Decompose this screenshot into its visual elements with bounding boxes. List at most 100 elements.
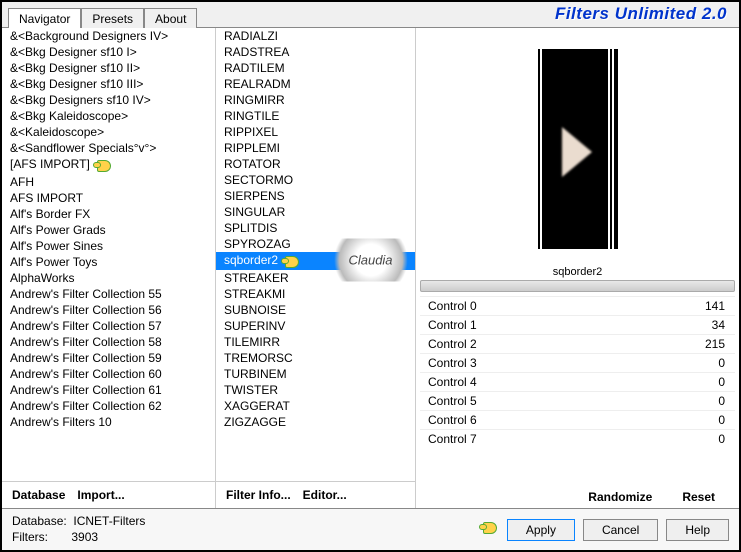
control-row[interactable]: Control 6 0 bbox=[420, 410, 735, 429]
filter-item[interactable]: RINGTILE bbox=[216, 108, 415, 124]
help-button[interactable]: Help bbox=[666, 519, 729, 541]
filter-item[interactable]: ROTATOR bbox=[216, 156, 415, 172]
control-row[interactable]: Control 70 bbox=[420, 429, 735, 448]
randomize-button[interactable]: Randomize bbox=[588, 490, 652, 504]
filter-item[interactable]: TWISTER bbox=[216, 382, 415, 398]
filter-item[interactable]: RADIALZI bbox=[216, 28, 415, 44]
category-item[interactable]: Andrew's Filter Collection 55 bbox=[2, 286, 215, 302]
preview-box bbox=[420, 34, 735, 264]
filter-info-button[interactable]: Filter Info... bbox=[226, 488, 291, 502]
footer-buttons: Apply Cancel Help bbox=[479, 519, 729, 541]
filter-item[interactable]: TURBINEM bbox=[216, 366, 415, 382]
filter-item[interactable]: RADTILEM bbox=[216, 60, 415, 76]
category-item[interactable]: Andrew's Filter Collection 56 bbox=[2, 302, 215, 318]
editor-button[interactable]: Editor... bbox=[303, 488, 347, 502]
controls-panel: Control 0141Control 134Control 2215Contr… bbox=[420, 296, 735, 484]
category-item[interactable]: &<Sandflower Specials°v°> bbox=[2, 140, 215, 156]
control-row[interactable]: Control 2 215 bbox=[420, 334, 735, 353]
tab-presets[interactable]: Presets bbox=[81, 8, 144, 28]
category-item[interactable]: AFH bbox=[2, 174, 215, 190]
tab-navigator[interactable]: Navigator bbox=[8, 8, 81, 28]
preview-label: sqborder2 bbox=[420, 266, 735, 278]
footer-db-value: ICNET-Filters bbox=[73, 514, 145, 528]
control-row[interactable]: Control 1 34 bbox=[420, 315, 735, 334]
filter-list[interactable]: RADIALZIRADSTREARADTILEMREALRADMRINGMIRR… bbox=[216, 28, 415, 480]
filter-item[interactable]: STREAKMI bbox=[216, 286, 415, 302]
filter-item[interactable]: SUPERINV bbox=[216, 318, 415, 334]
control-label: Control 3 bbox=[428, 356, 477, 370]
category-item[interactable]: &<Bkg Designer sf10 I> bbox=[2, 44, 215, 60]
category-item[interactable]: &<Background Designers IV> bbox=[2, 28, 215, 44]
category-item[interactable]: Alf's Power Grads bbox=[2, 222, 215, 238]
control-label: Control 1 bbox=[428, 318, 477, 332]
filter-item[interactable]: SECTORMO bbox=[216, 172, 415, 188]
control-value: 0 bbox=[718, 432, 725, 446]
filter-item[interactable]: RIPPLEMI bbox=[216, 140, 415, 156]
category-item[interactable]: &<Bkg Designer sf10 II> bbox=[2, 60, 215, 76]
filter-item[interactable]: ZIGZAGGE bbox=[216, 414, 415, 430]
category-column: &<Background Designers IV>&<Bkg Designer… bbox=[2, 28, 216, 508]
category-item[interactable]: Alf's Power Toys bbox=[2, 254, 215, 270]
control-label: Control 2 bbox=[428, 337, 477, 351]
control-label: Control 6 bbox=[428, 413, 477, 427]
category-item[interactable]: &<Kaleidoscope> bbox=[2, 124, 215, 140]
filter-item[interactable]: RADSTREA bbox=[216, 44, 415, 60]
preview-slider[interactable] bbox=[420, 280, 735, 292]
database-button[interactable]: Database bbox=[12, 488, 65, 502]
category-item[interactable]: Andrew's Filter Collection 58 bbox=[2, 334, 215, 350]
import-button[interactable]: Import... bbox=[77, 488, 124, 502]
category-item[interactable]: [AFS IMPORT] bbox=[2, 156, 215, 174]
filter-item[interactable]: sqborder2 bbox=[216, 252, 415, 270]
control-value: 215 bbox=[705, 337, 725, 351]
filter-item[interactable]: RIPPIXEL bbox=[216, 124, 415, 140]
filter-item[interactable]: REALRADM bbox=[216, 76, 415, 92]
filter-item[interactable]: SIERPENS bbox=[216, 188, 415, 204]
category-item[interactable]: &<Bkg Designer sf10 III> bbox=[2, 76, 215, 92]
apply-button[interactable]: Apply bbox=[507, 519, 575, 541]
category-item[interactable]: &<Bkg Kaleidoscope> bbox=[2, 108, 215, 124]
filter-item[interactable]: SPLITDIS bbox=[216, 220, 415, 236]
control-value: 34 bbox=[712, 318, 725, 332]
category-item[interactable]: Andrew's Filter Collection 61 bbox=[2, 382, 215, 398]
category-button-row: Database Import... bbox=[2, 481, 215, 508]
hand-pointer-icon bbox=[93, 157, 113, 173]
control-row[interactable]: Control 5 0 bbox=[420, 391, 735, 410]
cancel-button[interactable]: Cancel bbox=[583, 519, 658, 541]
category-item[interactable]: Andrew's Filter Collection 57 bbox=[2, 318, 215, 334]
hand-pointer-icon bbox=[479, 519, 499, 535]
category-list[interactable]: &<Background Designers IV>&<Bkg Designer… bbox=[2, 28, 215, 480]
tab-about[interactable]: About bbox=[144, 8, 197, 28]
control-value: 0 bbox=[718, 394, 725, 408]
category-item[interactable]: AlphaWorks bbox=[2, 270, 215, 286]
filter-item[interactable]: XAGGERAT bbox=[216, 398, 415, 414]
control-value: 0 bbox=[718, 413, 725, 427]
category-item[interactable]: Alf's Border FX bbox=[2, 206, 215, 222]
filter-item[interactable]: STREAKER bbox=[216, 270, 415, 286]
footer-filters-label: Filters: bbox=[12, 530, 48, 544]
filter-item[interactable]: RINGMIRR bbox=[216, 92, 415, 108]
header-bar: Navigator Presets About Filters Unlimite… bbox=[2, 2, 739, 28]
reset-button[interactable]: Reset bbox=[682, 490, 715, 504]
category-item[interactable]: Andrew's Filter Collection 60 bbox=[2, 366, 215, 382]
category-item[interactable]: AFS IMPORT bbox=[2, 190, 215, 206]
filter-item[interactable]: TREMORSC bbox=[216, 350, 415, 366]
control-row[interactable]: Control 30 bbox=[420, 353, 735, 372]
control-label: Control 5 bbox=[428, 394, 477, 408]
filter-button-row: Filter Info... Editor... bbox=[216, 481, 415, 508]
control-row[interactable]: Control 40 bbox=[420, 372, 735, 391]
filter-item[interactable]: SUBNOISE bbox=[216, 302, 415, 318]
category-item[interactable]: &<Bkg Designers sf10 IV> bbox=[2, 92, 215, 108]
footer-info: Database: ICNET-Filters Filters: 3903 bbox=[12, 514, 145, 545]
preview-buttons: Randomize Reset bbox=[420, 484, 735, 508]
category-item[interactable]: Andrew's Filter Collection 62 bbox=[2, 398, 215, 414]
control-label: Control 0 bbox=[428, 299, 477, 313]
filter-item[interactable]: SPYROZAG bbox=[216, 236, 415, 252]
filter-item[interactable]: SINGULAR bbox=[216, 204, 415, 220]
category-item[interactable]: Andrew's Filter Collection 59 bbox=[2, 350, 215, 366]
filter-column: RADIALZIRADSTREARADTILEMREALRADMRINGMIRR… bbox=[216, 28, 416, 508]
category-item[interactable]: Alf's Power Sines bbox=[2, 238, 215, 254]
filter-item[interactable]: TILEMIRR bbox=[216, 334, 415, 350]
footer: Database: ICNET-Filters Filters: 3903 Ap… bbox=[2, 508, 739, 550]
control-row[interactable]: Control 0141 bbox=[420, 296, 735, 315]
category-item[interactable]: Andrew's Filters 10 bbox=[2, 414, 215, 430]
